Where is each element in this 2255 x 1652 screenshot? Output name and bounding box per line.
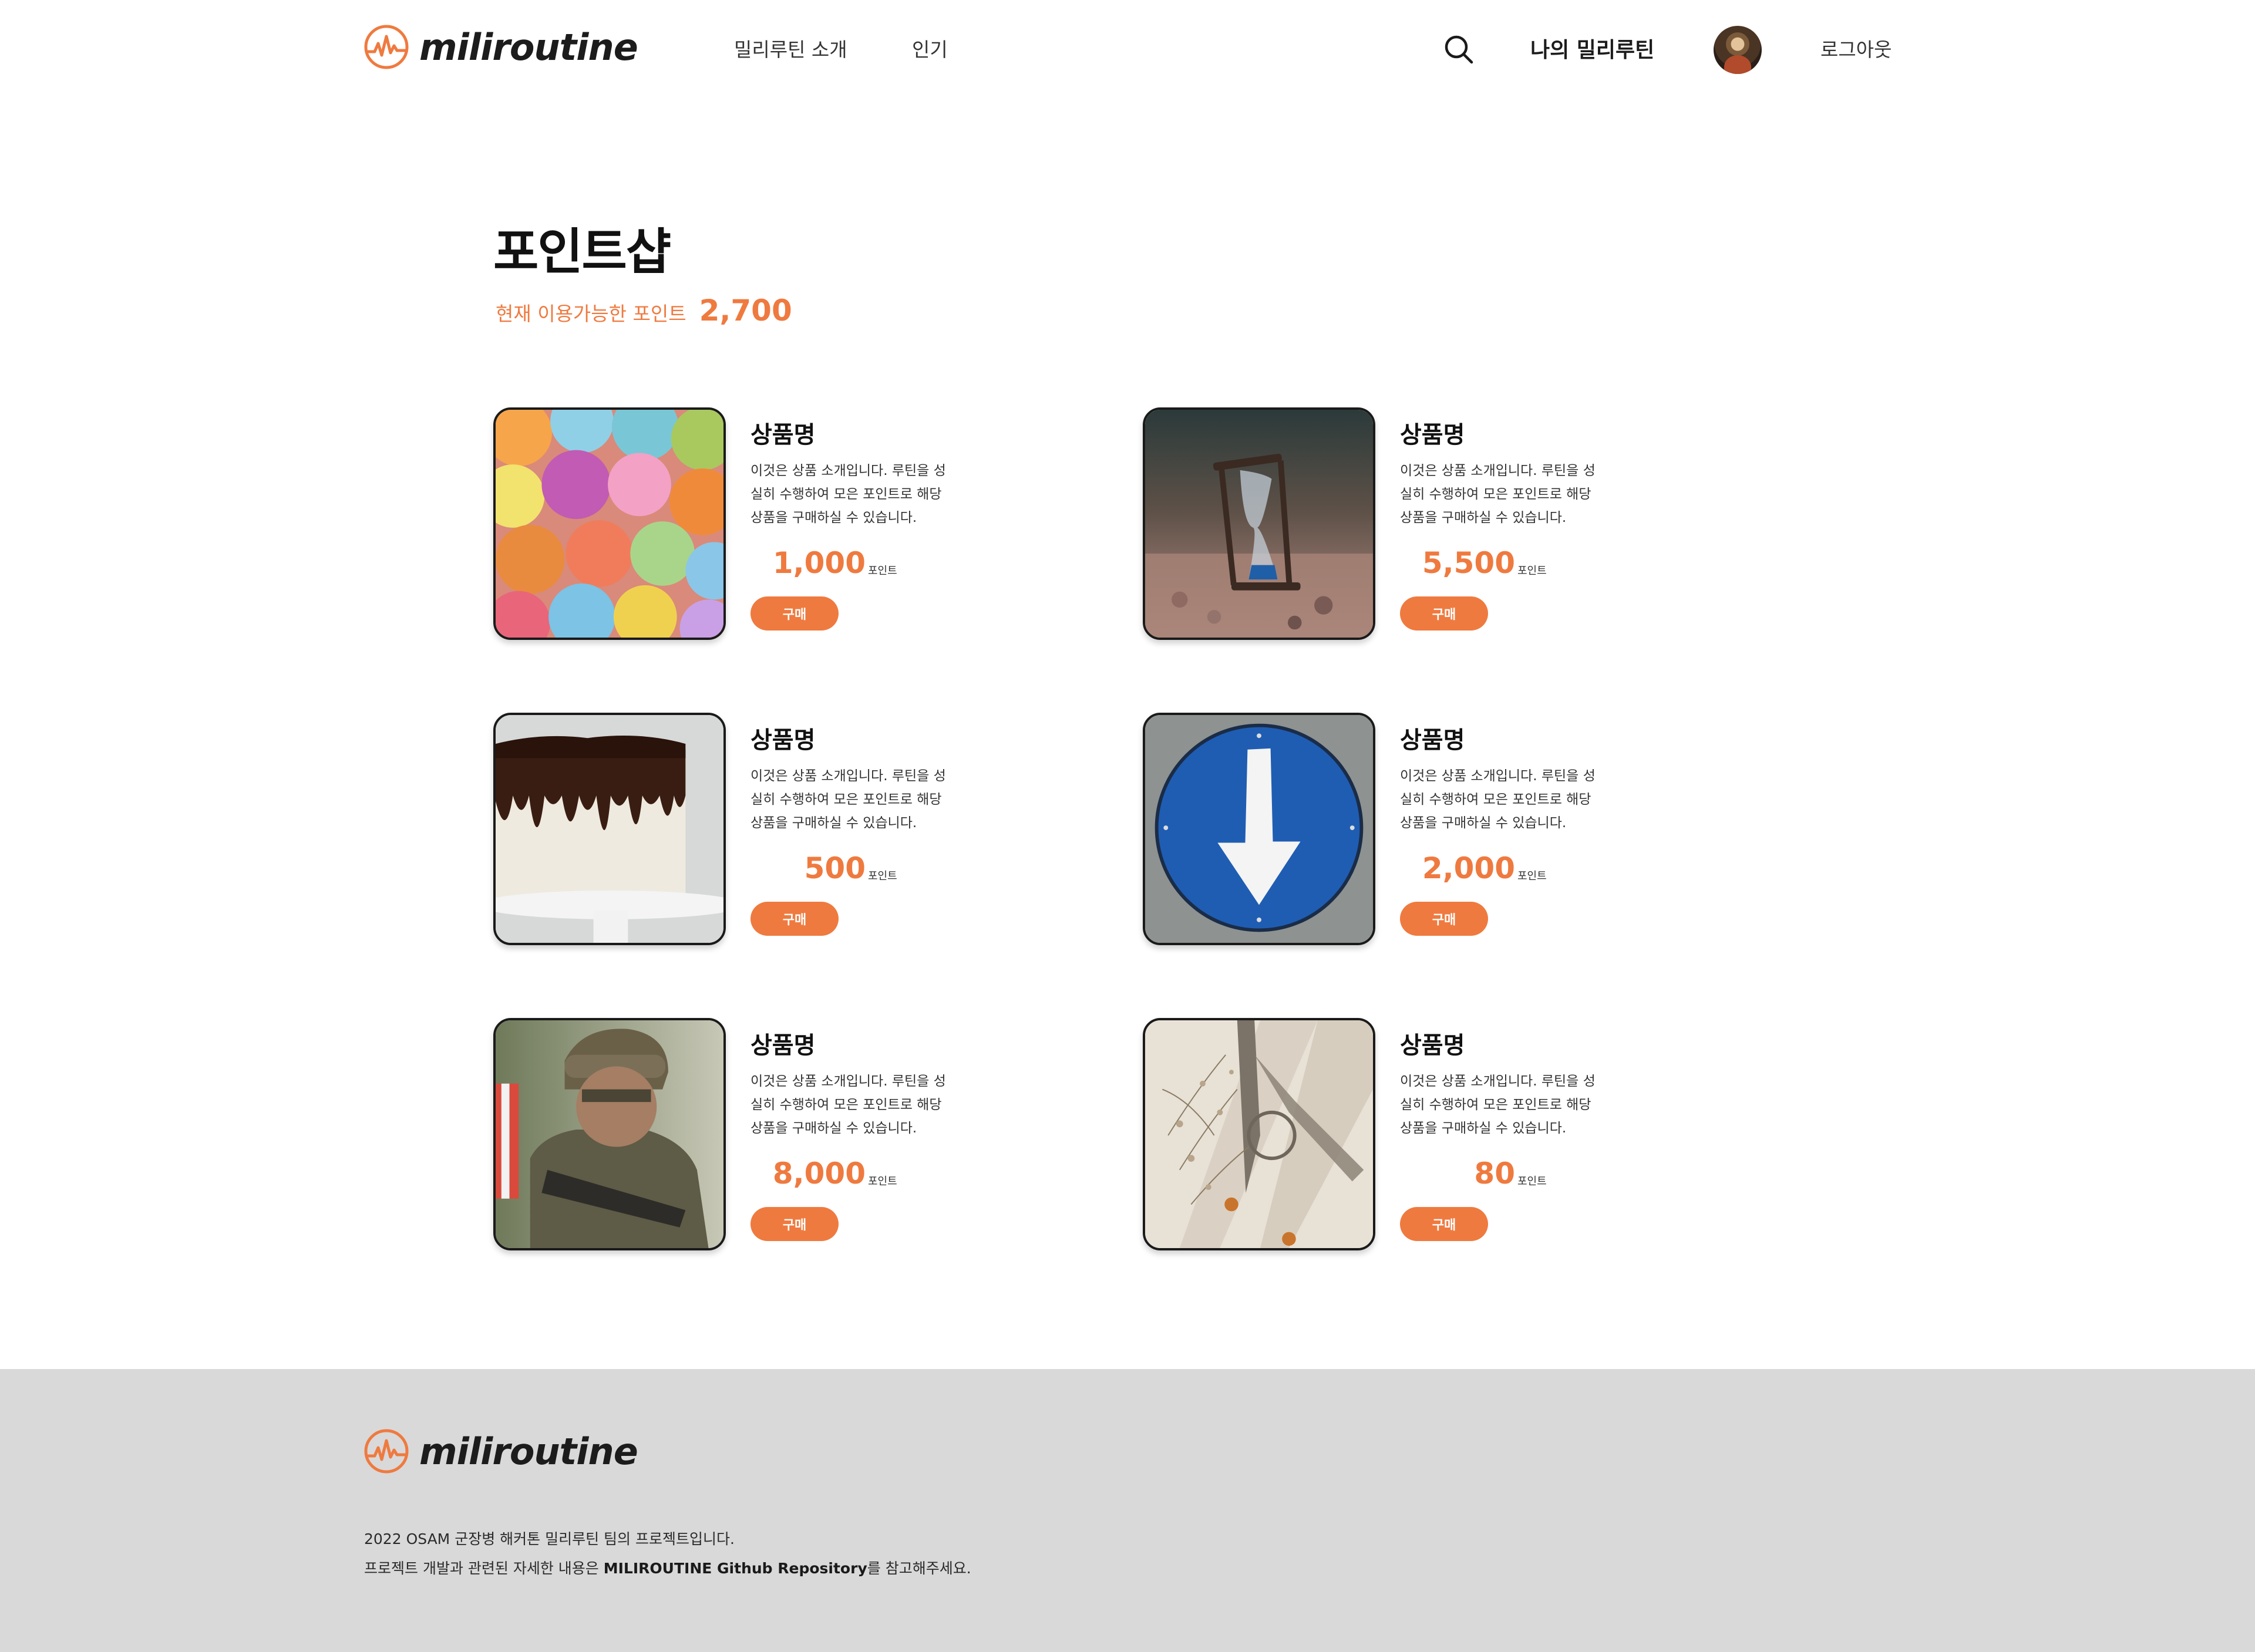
brand-logo[interactable]: miliroutine [363,23,638,70]
footer-repo-link[interactable]: MILIROUTINE Github Repository [604,1560,867,1577]
product-card: 상품명 이것은 상품 소개입니다. 루틴을 성실히 수행하여 모은 포인트로 해… [493,407,1022,648]
product-price-unit: 포인트 [868,565,897,577]
product-image-soldier[interactable] [493,1018,726,1250]
product-price: 1,000 [772,546,866,580]
buy-button[interactable]: 구매 [1400,1207,1488,1241]
buy-button[interactable]: 구매 [1400,596,1488,631]
footer-repo-prefix: 프로젝트 개발과 관련된 자세한 내용은 [364,1560,604,1577]
product-description: 이것은 상품 소개입니다. 루틴을 성실히 수행하여 모은 포인트로 해당 상품… [1400,1074,1596,1136]
logo-mark-icon [364,25,409,69]
product-description: 이것은 상품 소개입니다. 루틴을 성실히 수행하여 모은 포인트로 해당 상품… [1400,463,1596,525]
buy-button[interactable]: 구매 [750,596,839,631]
product-image-hourglass[interactable] [1143,407,1375,640]
product-price-unit: 포인트 [1517,870,1547,882]
logo-mark-icon [364,1429,409,1474]
product-price: 2,000 [1422,851,1515,885]
product-image-cake[interactable] [493,713,726,945]
product-price-row: 5,500 포인트 [1400,546,1576,587]
product-name: 상품명 [750,1032,816,1059]
product-name: 상품명 [750,727,816,754]
site-footer: miliroutine 2022 OSAM 군장병 해커톤 밀리루틴 팀의 프로… [0,1369,2255,1652]
product-name: 상품명 [750,422,816,449]
product-price-row: 8,000 포인트 [750,1157,927,1198]
product-price-row: 2,000 포인트 [1400,851,1576,892]
product-price-row: 1,000 포인트 [750,546,927,587]
product-card: 상품명 이것은 상품 소개입니다. 루틴을 성실히 수행하여 모은 포인트로 해… [1143,407,1671,648]
product-image-macarons[interactable] [493,407,726,640]
product-price-row: 500 포인트 [750,851,927,892]
product-name: 상품명 [1400,1032,1465,1059]
product-card: 상품명 이것은 상품 소개입니다. 루틴을 성실히 수행하여 모은 포인트로 해… [1143,1018,1671,1259]
product-price-unit: 포인트 [1517,1175,1547,1188]
available-points: 현재 이용가능한 포인트 2,700 [496,294,792,328]
nav-about[interactable]: 밀리루틴 소개 [734,34,847,62]
logo-text: miliroutine [419,1430,638,1473]
product-price-unit: 포인트 [868,1175,897,1188]
product-price: 500 [804,851,866,885]
footer-repo-suffix: 를 참고해주세요. [867,1560,971,1577]
logout-link[interactable]: 로그아웃 [1820,34,1891,62]
avatar[interactable] [1714,26,1762,74]
product-card: 상품명 이것은 상품 소개입니다. 루틴을 성실히 수행하여 모은 포인트로 해… [493,1018,1022,1259]
product-name: 상품명 [1400,727,1465,754]
product-price: 8,000 [772,1157,866,1191]
product-name: 상품명 [1400,422,1465,449]
product-price: 80 [1474,1157,1515,1191]
product-description: 이것은 상품 소개입니다. 루틴을 성실히 수행하여 모은 포인트로 해당 상품… [750,1074,946,1136]
product-description: 이것은 상품 소개입니다. 루틴을 성실히 수행하여 모은 포인트로 해당 상품… [750,768,946,831]
page-title: 포인트샵 [493,223,671,281]
buy-button[interactable]: 구매 [750,902,839,936]
product-price: 5,500 [1422,546,1515,580]
product-price-row: 80 포인트 [1400,1157,1576,1198]
nav-popular[interactable]: 인기 [912,34,948,62]
product-price-unit: 포인트 [868,870,897,882]
my-routine-link[interactable]: 나의 밀리루틴 [1530,33,1654,63]
logo-text: miliroutine [419,25,638,69]
product-image-arrow-sign[interactable] [1143,713,1375,945]
product-card: 상품명 이것은 상품 소개입니다. 루틴을 성실히 수행하여 모은 포인트로 해… [493,713,1022,953]
search-icon[interactable] [1442,33,1475,66]
footer-logo[interactable]: miliroutine [363,1428,638,1475]
footer-repo-note: 프로젝트 개발과 관련된 자세한 내용은 MILIROUTINE Github … [364,1557,971,1578]
points-value: 2,700 [699,294,792,328]
buy-button[interactable]: 구매 [1400,902,1488,936]
buy-button[interactable]: 구매 [750,1207,839,1241]
product-price-unit: 포인트 [1517,565,1547,577]
product-description: 이것은 상품 소개입니다. 루틴을 성실히 수행하여 모은 포인트로 해당 상품… [750,463,946,525]
product-description: 이것은 상품 소개입니다. 루틴을 성실히 수행하여 모은 포인트로 해당 상품… [1400,768,1596,831]
footer-project-note: 2022 OSAM 군장병 해커톤 밀리루틴 팀의 프로젝트입니다. [364,1530,735,1548]
site-header: miliroutine 밀리루틴 소개 인기 나의 밀리루틴 로그아웃 [0,0,2255,100]
points-label: 현재 이용가능한 포인트 [496,302,686,325]
product-card: 상품명 이것은 상품 소개입니다. 루틴을 성실히 수행하여 모은 포인트로 해… [1143,713,1671,953]
product-image-dried-flowers[interactable] [1143,1018,1375,1250]
